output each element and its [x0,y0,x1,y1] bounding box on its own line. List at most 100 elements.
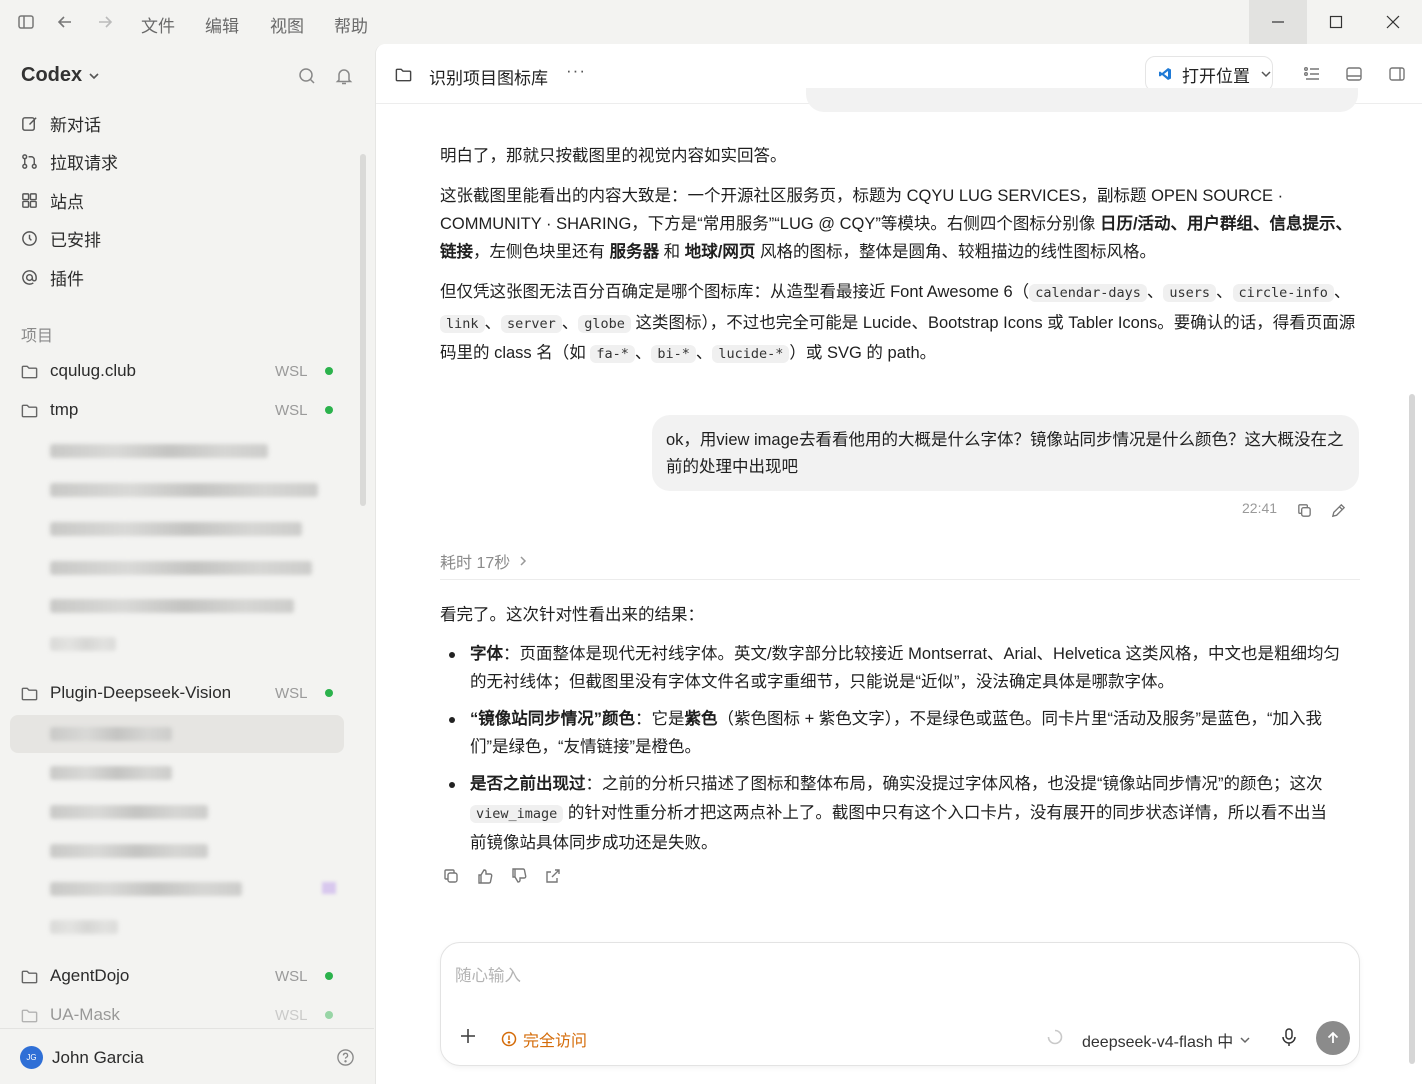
brand-name: Codex [21,64,83,86]
plus-icon[interactable] [459,1027,477,1045]
thread-item[interactable] [50,479,318,501]
folder-icon [21,404,38,417]
thread-item-selected[interactable] [50,723,172,745]
chevron-down-icon [1261,71,1271,78]
composer-placeholder[interactable]: 随心输入 [455,962,521,986]
full-access-toggle[interactable]: 完全访问 [501,1027,587,1051]
menu-file[interactable]: 文件 [141,12,175,37]
text-span: 风格的图标，整体是圆角、较粗描边的线性图标风格。 [755,243,1156,261]
show-more-link[interactable] [50,916,118,938]
bell-icon[interactable] [334,66,354,86]
thread-item[interactable] [50,840,208,862]
back-arrow-icon[interactable] [55,12,75,32]
full-access-label: 完全访问 [523,1033,588,1050]
thumbs-down-icon[interactable] [510,867,528,885]
text-span: 的针对性重分析才把这两点补上了。截图中只有这个入口卡片，没有展开的同步状态详情，… [470,804,1327,852]
open-location-button[interactable]: 打开位置 [1145,56,1273,92]
user-name[interactable]: John Garcia [52,1048,144,1068]
status-dot [325,1011,333,1019]
wsl-tag: WSL [275,362,308,380]
nav-label: 新对话 [50,115,101,135]
open-location-label: 打开位置 [1182,66,1250,86]
edit-message-icon[interactable] [1330,502,1347,519]
main-scrollbar[interactable] [1409,394,1415,1064]
minimize-button[interactable] [1249,0,1307,44]
search-icon[interactable] [297,66,317,86]
microphone-icon[interactable] [1280,1027,1298,1047]
thread-item[interactable] [50,595,294,617]
thread-item[interactable] [50,440,268,462]
user-footer[interactable]: JG John Garcia [0,1028,374,1084]
share-icon[interactable] [544,867,562,885]
folder-icon [21,1009,38,1022]
send-button[interactable] [1316,1021,1350,1055]
bold-span: “镜像站同步情况”颜色 [470,710,635,728]
at-icon [22,269,37,285]
blurred-thread-title [50,920,118,934]
thread-item[interactable] [50,762,172,784]
project-ua-mask[interactable]: UA-Mask WSL [20,1000,340,1030]
text-span: ：页面整体是现代无衬线字体。英文/数字部分比较接近 Montserrat、Ari… [470,645,1340,691]
project-cqulug-club[interactable]: cqulug.club WSL [20,356,340,386]
project-agentdojo[interactable]: AgentDojo WSL [20,961,340,991]
thumbs-up-icon[interactable] [476,867,494,885]
menu-help[interactable]: 帮助 [334,12,368,37]
menu-edit[interactable]: 编辑 [205,12,239,37]
nav-pull-requests[interactable]: 拉取请求 [20,147,118,175]
blurred-thread-title [50,637,116,651]
nav-sites[interactable]: 站点 [20,186,84,214]
project-tmp[interactable]: tmp WSL [20,395,340,425]
arrow-up-icon [1327,1031,1339,1043]
warning-circle-icon [501,1031,517,1047]
message-timestamp: 22:41 [1242,500,1278,516]
nav-label: 插件 [50,269,84,289]
inline-code: calendar-days [1029,284,1147,302]
close-button[interactable] [1364,0,1422,44]
elapsed-label: 耗时 17秒 [440,555,511,572]
blurred-thread-title [50,844,208,858]
elapsed-time-toggle[interactable]: 耗时 17秒 [440,549,528,573]
workspace-switcher[interactable]: Codex [21,64,100,87]
sidebar-scrollbar[interactable] [360,154,366,506]
folder-icon [21,970,38,983]
title-bar: 文件 编辑 视图 帮助 [0,0,1422,44]
avatar[interactable]: JG [20,1046,43,1069]
nav-plugins[interactable]: 插件 [20,263,84,291]
inline-code: users [1163,284,1216,302]
reply-paragraph: 这张截图里能看出的内容大致是：一个开源社区服务页，标题为 CQYU LUG SE… [440,182,1360,266]
show-more-link[interactable] [50,633,116,655]
text-span: ）或 SVG 的 path。 [789,344,937,362]
list-item: “镜像站同步情况”颜色：它是紫色（紫色图标 + 紫色文字），不是绿色或蓝色。同卡… [440,705,1360,761]
inline-code: lucide-* [712,345,790,363]
bold-span: 地球/网页 [684,243,756,261]
copy-icon[interactable] [442,867,460,885]
model-selector[interactable]: deepseek-v4-flash 中 [1082,1028,1251,1052]
inline-code: link [440,314,485,333]
bold-span: 紫色 [684,710,718,728]
project-name: AgentDojo [50,966,130,985]
thread-item[interactable] [50,878,336,900]
chevron-down-icon [1240,1037,1250,1044]
list-icon[interactable] [1303,65,1321,83]
wsl-tag: WSL [275,684,308,702]
copy-icon[interactable] [1296,502,1313,519]
sidebar-toggle-icon[interactable] [16,12,36,32]
thread-item[interactable] [50,557,312,579]
nav-new-chat[interactable]: 新对话 [20,109,101,137]
help-icon[interactable] [336,1048,355,1067]
clock-icon [22,230,37,246]
side-panel-icon[interactable] [1388,65,1406,83]
nav-scheduled[interactable]: 已安排 [20,224,101,252]
inline-code: globe [578,314,631,333]
project-plugin-deepseek-vision[interactable]: Plugin-Deepseek-Vision WSL [20,678,340,708]
menu-view[interactable]: 视图 [270,12,304,37]
pull-request-icon [22,153,37,169]
wsl-tag: WSL [275,401,308,419]
thread-item[interactable] [50,518,302,540]
message-composer[interactable]: 随心输入 完全访问 deepseek-v4-flash 中 [440,942,1360,1066]
maximize-button[interactable] [1307,0,1365,44]
terminal-panel-icon[interactable] [1345,65,1363,83]
more-options-button[interactable]: ··· [566,61,586,81]
thread-item[interactable] [50,801,208,823]
forward-arrow-icon[interactable] [95,12,115,32]
